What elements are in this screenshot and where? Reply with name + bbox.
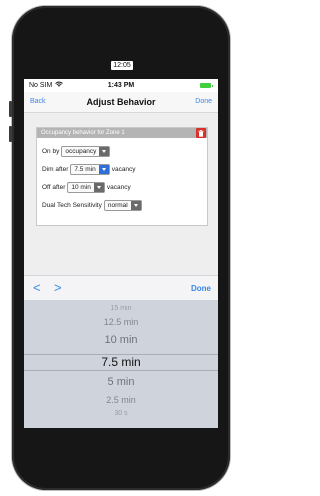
phone-screen: No SIM 1:43 PM Back Adjust Behavior Done… [24, 79, 218, 428]
picker-wheel[interactable]: 15 min 12.5 min 10 min 7.5 min 5 min 2.5… [24, 300, 218, 428]
sensitivity-label: Dual Tech Sensitivity [42, 202, 102, 209]
picker-option[interactable]: 15 min [24, 305, 218, 312]
clock-tag: 12:05 [111, 61, 133, 70]
on-by-label: On by [42, 148, 60, 155]
on-by-value: occupancy [65, 148, 97, 155]
panel-title: Occupancy behavior for Zone 1 [41, 130, 125, 136]
behavior-panel: Occupancy behavior for Zone 1 On by occu… [36, 127, 208, 226]
picker-option[interactable]: 2.5 min [24, 395, 218, 405]
off-after-select[interactable]: 10 min [67, 182, 105, 193]
sensitivity-value: normal [107, 202, 128, 209]
dim-after-suffix: vacancy [111, 166, 136, 173]
off-after-value: 10 min [71, 184, 91, 191]
off-after-row: Off after 10 min vacancy [42, 182, 131, 193]
picker-done-button[interactable]: Done [191, 284, 211, 293]
sensitivity-select[interactable]: normal [103, 200, 142, 211]
chevron-down-icon [130, 201, 141, 210]
previous-field-button[interactable]: < [33, 280, 41, 295]
panel-header: Occupancy behavior for Zone 1 [37, 128, 207, 138]
picker-option-selected[interactable]: 7.5 min [24, 355, 218, 369]
chevron-down-icon [99, 147, 110, 156]
nav-done-button[interactable]: Done [195, 98, 212, 105]
content-area: Occupancy behavior for Zone 1 On by occu… [24, 113, 218, 275]
off-after-suffix: vacancy [106, 184, 131, 191]
dim-after-label: Dim after [42, 166, 69, 173]
picker-option[interactable]: 5 min [24, 376, 218, 388]
picker-option[interactable]: 12.5 min [24, 317, 218, 327]
status-time: 1:43 PM [107, 82, 135, 89]
sensitivity-row: Dual Tech Sensitivity normal [42, 200, 144, 211]
picker-option[interactable]: 10 min [24, 334, 218, 346]
next-field-button[interactable]: > [54, 280, 62, 295]
chevron-down-icon [98, 165, 109, 174]
trash-icon[interactable] [196, 128, 206, 138]
battery-icon [200, 83, 211, 88]
picker-option[interactable]: 30 s [24, 410, 218, 417]
volume-button-up [9, 101, 12, 117]
off-after-label: Off after [42, 184, 66, 191]
dim-after-select[interactable]: 7.5 min [70, 164, 110, 175]
dim-after-value: 7.5 min [74, 166, 96, 173]
on-by-select[interactable]: occupancy [61, 146, 111, 157]
page-title: Adjust Behavior [86, 97, 156, 107]
navigation-bar: Back Adjust Behavior Done [24, 92, 218, 113]
dim-after-row: Dim after 7.5 min vacancy [42, 164, 136, 175]
status-bar: No SIM 1:43 PM [24, 79, 218, 92]
volume-button-down [9, 126, 12, 142]
picker-toolbar: < > Done [24, 275, 218, 301]
battery-tip [211, 84, 213, 87]
on-by-row: On by occupancy [42, 146, 112, 157]
chevron-down-icon [93, 183, 104, 192]
